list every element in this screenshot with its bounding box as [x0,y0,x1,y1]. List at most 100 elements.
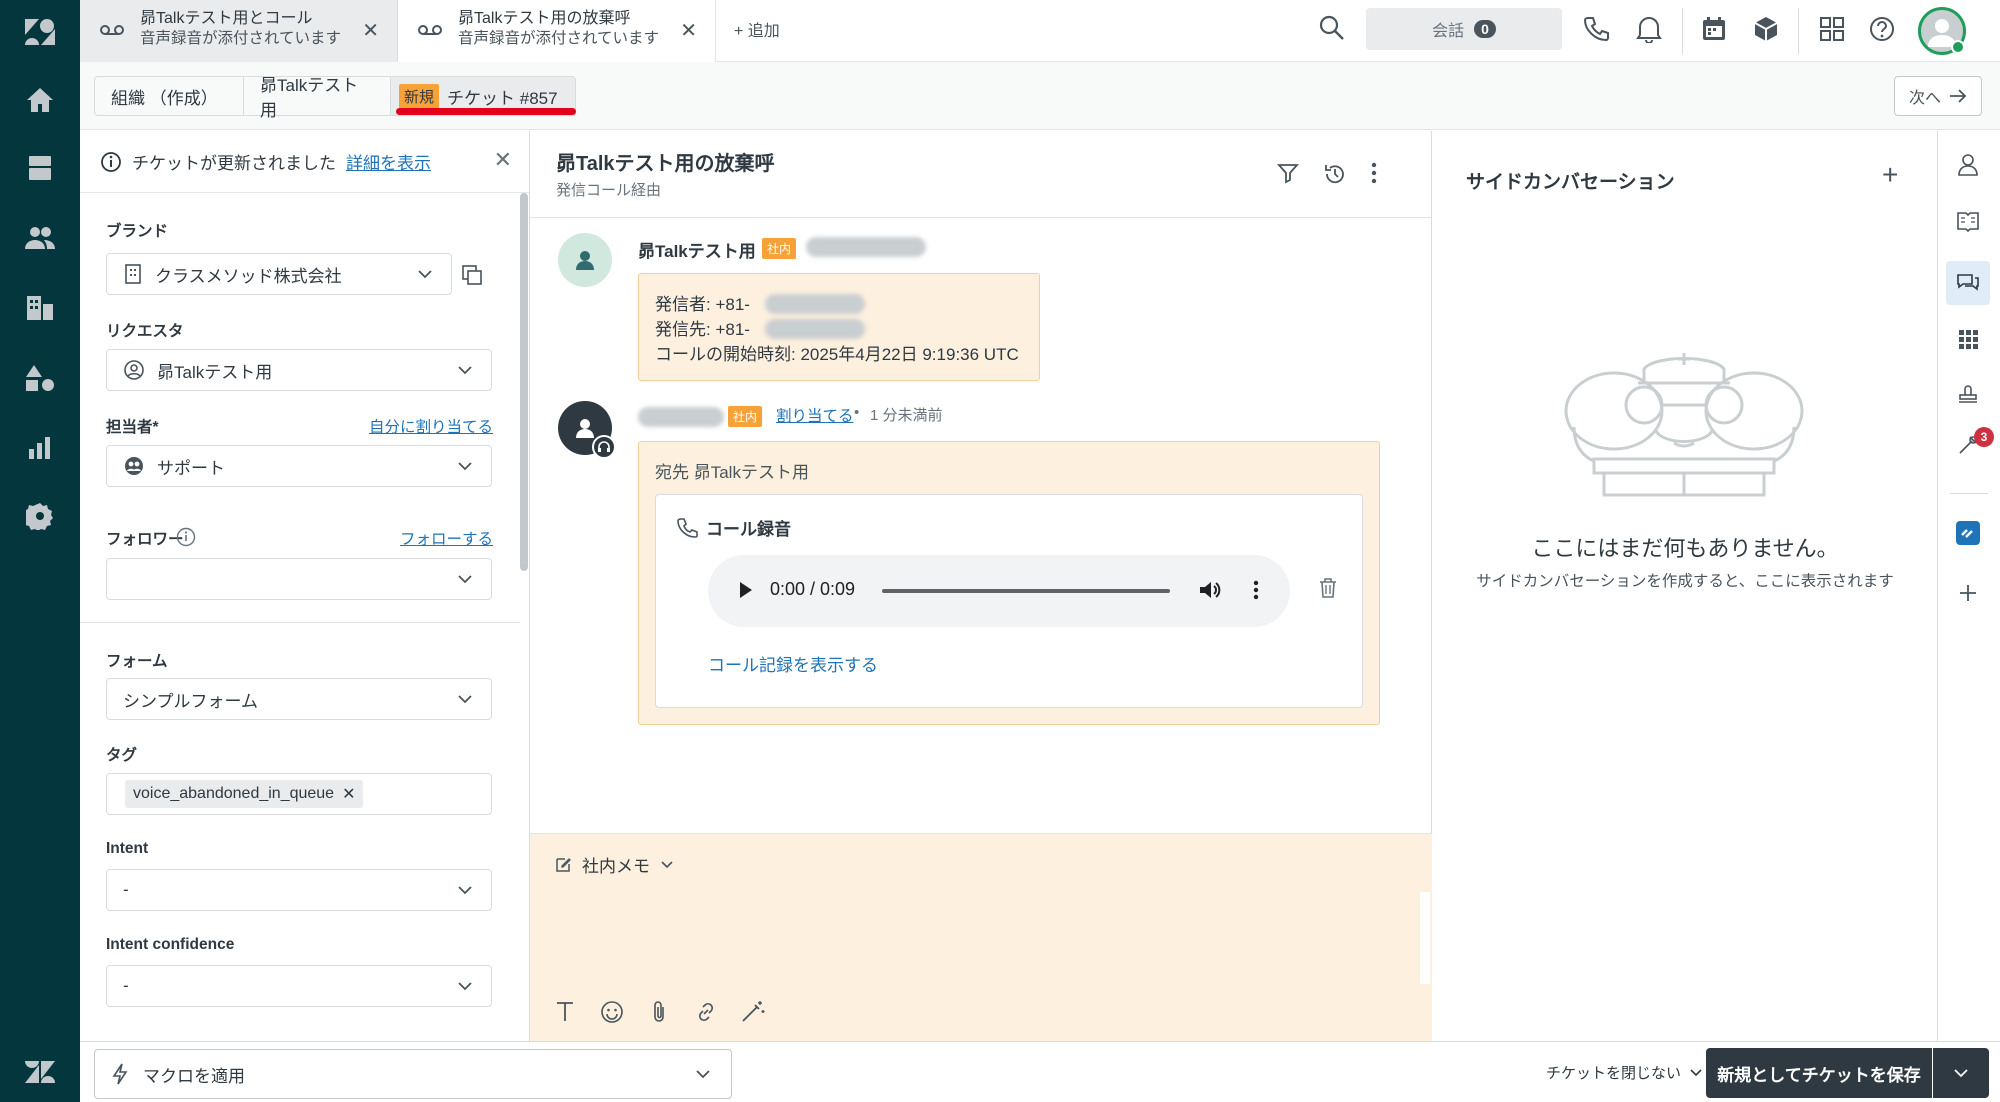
more-options-icon[interactable] [1370,161,1378,190]
breadcrumb-requester[interactable]: 昴Talkテスト用 [243,76,391,120]
ticket-properties-panel: チケットが更新されました 詳細を表示 ✕ ブランド クラスメソッド株式会社 リク… [80,131,530,1041]
composer[interactable]: 社内メモ [530,833,1432,1041]
close-icon[interactable]: ✕ [680,18,697,43]
view-call-log-link[interactable]: コール記録を表示する [708,651,878,676]
home-icon[interactable] [0,68,80,132]
update-notice: チケットが更新されました 詳細を表示 ✕ [80,131,529,193]
player-more-icon[interactable] [1252,579,1260,606]
note-edit-icon [556,857,571,872]
info-icon[interactable] [176,527,196,552]
search-icon[interactable] [1318,14,1346,47]
customers-icon[interactable] [0,206,80,270]
reporting-icon[interactable] [0,416,80,480]
user-profile-icon[interactable] [1946,143,1990,187]
trash-icon[interactable] [1318,577,1338,604]
bottom-action-bar: マクロを適用 チケットを閉じない 新規としてチケットを保存 [80,1041,2000,1102]
divider [1950,493,1988,494]
remove-tag-icon[interactable]: ✕ [342,784,355,804]
intent-select[interactable]: - [106,869,492,911]
close-option-label: チケットを閉じない [1546,1065,1682,1082]
follower-select[interactable] [106,558,492,600]
redacted-text [806,237,926,257]
views-icon[interactable] [0,136,80,200]
composer-scrollbar[interactable] [1420,892,1430,984]
chevron-down-icon [1954,1069,1968,1078]
brand-select[interactable]: クラスメソッド株式会社 [106,253,452,295]
agent-avatar[interactable] [558,401,616,459]
message-sender[interactable]: 昴Talkテスト用 [638,237,756,262]
magic-wand-icon[interactable] [740,1000,766,1029]
apply-macro-select[interactable]: マクロを適用 [94,1049,732,1099]
zendesk-logo-icon[interactable] [0,0,80,64]
empty-state-description: サイドカンバセーションを作成すると、ここに表示されます [1476,573,1894,590]
chevron-down-icon [458,575,472,584]
help-icon[interactable] [1868,15,1896,48]
progress-track[interactable] [882,589,1170,593]
scrollbar[interactable] [520,193,528,571]
next-button[interactable]: 次へ [1894,76,1982,116]
left-navigation [0,0,80,1102]
objects-icon[interactable] [0,346,80,410]
text-format-icon[interactable] [554,1000,576,1029]
requester-select[interactable]: 昴Talkテスト用 [106,349,492,391]
user-avatar[interactable] [1918,7,1966,55]
save-ticket-button[interactable]: 新規としてチケットを保存 [1706,1048,1932,1098]
tab-call[interactable]: 昴Talkテスト用とコール 音声録音が添付されています ✕ [80,0,398,62]
internal-badge: 社内 [728,406,763,427]
chevron-down-icon [696,1070,710,1079]
tags-input[interactable]: voice_abandoned_in_queue ✕ [106,773,492,815]
knowledge-book-icon[interactable] [1946,199,1990,243]
notifications-bell-icon[interactable] [1636,15,1662,48]
composer-mode-select[interactable]: 社内メモ [554,852,674,877]
chevron-down-icon [1690,1068,1702,1076]
phone-icon[interactable] [1582,15,1610,48]
apps-grid-icon[interactable] [1946,317,1990,361]
brand-label: ブランド [106,223,169,240]
macro-label: マクロを適用 [143,1066,245,1086]
play-icon[interactable] [734,579,756,606]
link-icon[interactable] [694,1000,718,1029]
add-side-conversation-button[interactable]: + [1882,159,1898,191]
close-icon[interactable]: ✕ [362,18,379,43]
save-options-button[interactable] [1933,1048,1989,1098]
divider [80,622,520,623]
add-tab-button[interactable]: + 追加 [734,17,780,41]
assignee-select[interactable]: サポート [106,445,492,487]
admin-gear-icon[interactable] [0,484,80,548]
form-label: フォーム [106,653,168,670]
intent-confidence-select[interactable]: - [106,965,492,1007]
stamp-icon[interactable] [1946,371,1990,415]
filter-icon[interactable] [1276,161,1300,190]
calendar-icon[interactable] [1700,15,1728,48]
breadcrumb-organization[interactable]: 組織 （作成） [94,76,244,116]
notice-details-link[interactable]: 詳細を表示 [346,149,431,174]
form-select[interactable]: シンプルフォーム [106,678,492,720]
products-grid-icon[interactable] [1818,15,1846,48]
add-app-button[interactable] [1946,571,1990,615]
headset-icon [592,435,616,459]
side-conversations-title: サイドカンバセーション [1466,172,1675,193]
empty-state-title: ここにはまだ何もありません。 [1531,536,1839,561]
attachment-icon[interactable] [648,1000,670,1029]
side-conversations-icon[interactable] [1946,261,1990,305]
assign-link[interactable]: 割り当てる [776,404,854,426]
arrow-right-icon [1950,89,1967,103]
breadcrumb: 組織 （作成） 昴Talkテスト用 新規 チケット #857 次へ [80,62,2000,130]
organizations-icon[interactable] [0,276,80,340]
tab-abandoned[interactable]: 昴Talkテスト用の放棄呼 音声録音が添付されています ✕ [398,0,716,62]
jira-app-icon[interactable] [1946,511,1990,555]
tab-title: 昴Talkテスト用とコール [140,10,313,27]
ticket-title[interactable]: 昴Talkテスト用の放棄呼 [556,147,775,176]
close-ticket-option[interactable]: チケットを閉じない [1546,1062,1703,1083]
follow-link[interactable]: フォローする [400,527,493,549]
conversations-button[interactable]: 会話 0 [1366,8,1562,50]
cube-app-icon[interactable] [1752,15,1780,48]
history-icon[interactable] [1322,161,1348,192]
highlight-underline [396,108,576,115]
avatar[interactable] [558,233,612,287]
copy-icon[interactable] [460,263,484,292]
volume-icon[interactable] [1198,579,1222,606]
close-icon[interactable]: ✕ [494,147,512,173]
emoji-icon[interactable] [600,1000,624,1029]
assign-to-me-link[interactable]: 自分に割り当てる [369,415,493,437]
